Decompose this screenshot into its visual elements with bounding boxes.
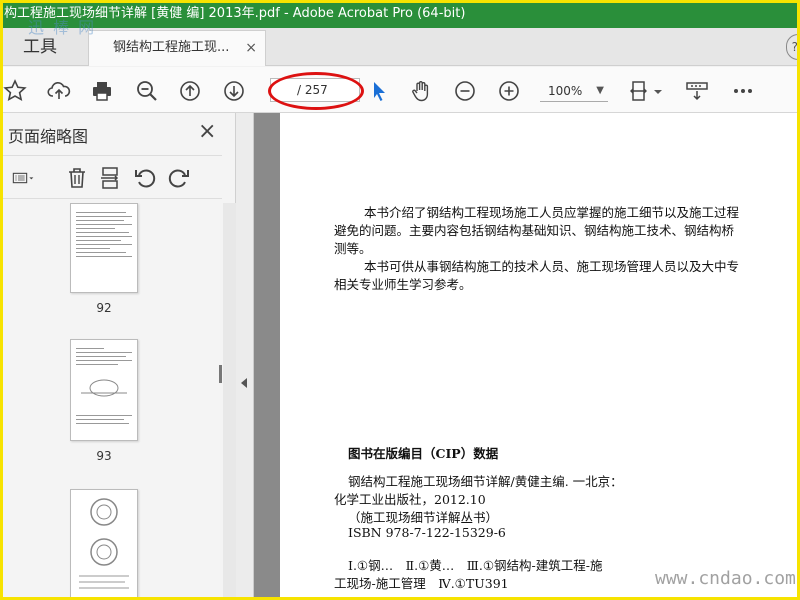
panel-toolbar: [0, 155, 222, 199]
tab-close-icon[interactable]: ×: [245, 31, 257, 65]
panel-title: 页面缩略图: [8, 127, 89, 146]
intro-line-2: 避免的问题。主要内容包括钢结构基础知识、钢结构施工技术、钢结构桥: [334, 223, 735, 238]
help-icon[interactable]: ?: [786, 34, 798, 60]
zoom-in-icon[interactable]: [496, 78, 522, 104]
print-icon[interactable]: [89, 78, 115, 104]
thumbnails-list: 92 93: [0, 203, 236, 600]
zoom-out-magnifier-icon[interactable]: [134, 78, 160, 104]
thumbnail-label: 93: [96, 449, 112, 463]
intro-line-4: 本书可供从事钢结构施工的技术人员、施工现场管理人员以及大中专: [364, 259, 740, 274]
cip-line-4: ISBN 978-7-122-15329-6: [348, 525, 506, 540]
zoom-out-icon[interactable]: [452, 78, 478, 104]
rotate-clockwise-icon[interactable]: [166, 165, 192, 191]
zoom-level-value: 100%: [548, 84, 583, 98]
intro-line-1: 本书介绍了钢结构工程现场施工人员应掌握的施工细节以及施工过程: [364, 205, 740, 220]
window-title-bar: 构工程施工现场细节详解 [黄健 编] 2013年.pdf - Adobe Acr…: [0, 0, 800, 28]
intro-line-5: 相关专业师生学习参考。: [334, 277, 472, 292]
previous-page-icon[interactable]: [177, 78, 203, 104]
watermark-top: 迅 棒 网: [28, 18, 97, 37]
document-page: 本书介绍了钢结构工程现场施工人员应掌握的施工细节以及施工过程 避免的问题。主要内…: [280, 113, 800, 600]
thumbnail-scrollbar[interactable]: [223, 203, 236, 600]
page-thumbnails-panel: 页面缩略图 × 92 93: [0, 113, 236, 600]
delete-page-icon[interactable]: [64, 165, 90, 191]
insert-page-icon[interactable]: [98, 165, 124, 191]
rotate-counterclockwise-icon[interactable]: [132, 165, 158, 191]
page-thumbnail-94[interactable]: [70, 489, 138, 600]
collapse-arrow-left-icon: [241, 378, 247, 388]
panel-resize-handle[interactable]: [219, 365, 222, 383]
hand-tool-icon[interactable]: [408, 78, 434, 104]
panel-close-icon[interactable]: ×: [198, 119, 216, 144]
thumbnail-options-icon[interactable]: [6, 165, 42, 191]
tab-document-label: 钢结构工程施工现...: [113, 40, 230, 55]
fit-dropdown-chevron-icon[interactable]: [652, 78, 664, 104]
tab-document[interactable]: 钢结构工程施工现... ×: [88, 30, 266, 66]
page-thumbnail-93[interactable]: [70, 339, 138, 441]
main-toolbar: [0, 67, 800, 113]
fit-page-width-icon[interactable]: [628, 78, 654, 104]
thumbnail-label: 92: [96, 301, 112, 315]
more-options-icon[interactable]: [730, 78, 756, 104]
tab-row: 工具 钢结构工程施工现... × ?: [0, 28, 800, 66]
page-thumbnail-92[interactable]: [70, 203, 138, 293]
highlight-oval: [268, 72, 364, 110]
zoom-level-select[interactable]: 100% ▼: [540, 80, 608, 102]
thumbnail-diagram: [79, 498, 129, 589]
next-page-icon[interactable]: [221, 78, 247, 104]
bookmark-star-icon[interactable]: [2, 78, 28, 104]
zoom-chevron-down-icon: ▼: [596, 85, 604, 96]
select-cursor-icon[interactable]: [366, 78, 392, 104]
cip-line-5: Ⅰ.①钢… Ⅱ.①黄… Ⅲ.①钢结构-建筑工程-施: [348, 558, 603, 573]
watermark-bottom: www.cndao.com: [655, 568, 796, 589]
scroll-mode-icon[interactable]: [684, 78, 710, 104]
cip-line-1: 钢结构工程施工现场细节详解/黄健主编. 一北京：: [348, 474, 623, 489]
cip-line-2: 化学工业出版社，2012.10: [334, 492, 486, 507]
cip-line-6: 工现场-施工管理 Ⅳ.①TU391: [334, 576, 509, 591]
collapse-panel-button[interactable]: [236, 113, 254, 600]
cip-line-3: （施工现场细节详解丛书）: [348, 510, 499, 525]
intro-line-3: 测等。: [334, 241, 372, 256]
cip-title: 图书在版编目（CIP）数据: [348, 446, 499, 461]
cloud-upload-icon[interactable]: [46, 78, 72, 104]
thumbnail-diagram: [81, 379, 127, 397]
